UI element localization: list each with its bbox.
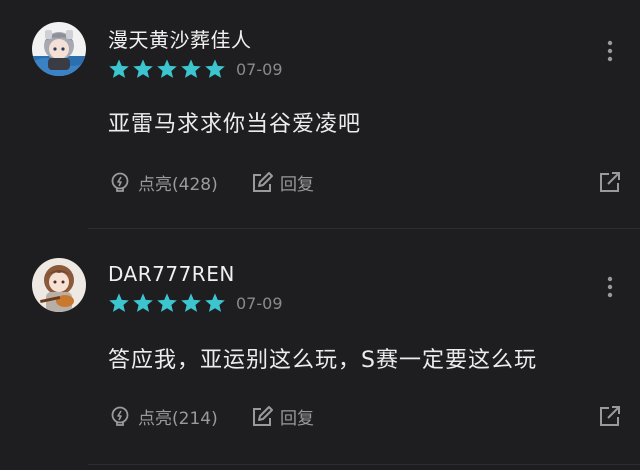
reply-button[interactable]: 回复 xyxy=(250,170,314,195)
edit-reply-icon xyxy=(253,171,273,192)
username[interactable]: DAR777REN xyxy=(108,262,235,286)
star-icon xyxy=(181,293,201,312)
like-count: 点亮(214) xyxy=(138,409,218,429)
share-out-icon xyxy=(600,172,620,192)
comment-item: DAR777REN 07-09 答应我，亚运别这么玩，S赛一定要这么玩 点亮(2… xyxy=(0,238,640,470)
reply-label: 回复 xyxy=(280,175,314,195)
more-vertical-icon[interactable] xyxy=(606,40,614,62)
reply-label: 回复 xyxy=(280,409,314,429)
avatar[interactable] xyxy=(32,22,86,76)
avatar-image xyxy=(32,258,86,312)
lightbulb-icon xyxy=(111,172,129,192)
star-icon xyxy=(157,59,177,78)
star-icon xyxy=(109,59,129,78)
rating-row: 07-09 xyxy=(108,58,283,80)
star-icon xyxy=(157,293,177,312)
like-button[interactable]: 点亮(428) xyxy=(108,170,218,195)
star-icon xyxy=(133,59,153,78)
lightbulb-icon xyxy=(111,406,129,426)
like-count: 点亮(428) xyxy=(138,175,218,195)
username[interactable]: 漫天黄沙葬佳人 xyxy=(108,24,252,53)
share-button[interactable] xyxy=(598,404,628,428)
like-button[interactable]: 点亮(214) xyxy=(108,404,218,429)
share-out-icon xyxy=(600,406,620,426)
comment-list: 漫天黄沙葬佳人 07-09 亚雷马求求你当谷爱凌吧 点亮(428) 回复 DAR… xyxy=(0,0,640,470)
comment-date: 07-09 xyxy=(236,293,283,313)
comment-item: 漫天黄沙葬佳人 07-09 亚雷马求求你当谷爱凌吧 点亮(428) 回复 xyxy=(0,0,640,229)
comment-text: 亚雷马求求你当谷爱凌吧 xyxy=(108,112,362,137)
comment-actions: 点亮(428) 回复 xyxy=(108,170,628,200)
star-rating xyxy=(108,292,226,314)
star-icon xyxy=(205,293,225,312)
star-icon xyxy=(109,293,129,312)
comment-actions: 点亮(214) 回复 xyxy=(108,404,628,434)
avatar[interactable] xyxy=(32,258,86,312)
more-vertical-icon[interactable] xyxy=(606,276,614,298)
reply-button[interactable]: 回复 xyxy=(250,404,314,429)
share-button[interactable] xyxy=(598,170,628,194)
star-rating xyxy=(108,58,226,80)
comment-text: 答应我，亚运别这么玩，S赛一定要这么玩 xyxy=(108,348,537,373)
star-icon xyxy=(181,59,201,78)
star-icon xyxy=(133,293,153,312)
avatar-image xyxy=(32,22,86,76)
edit-reply-icon xyxy=(253,405,273,426)
divider xyxy=(88,464,640,465)
divider xyxy=(88,228,640,229)
comment-date: 07-09 xyxy=(236,59,283,79)
rating-row: 07-09 xyxy=(108,292,283,314)
star-icon xyxy=(205,59,225,78)
